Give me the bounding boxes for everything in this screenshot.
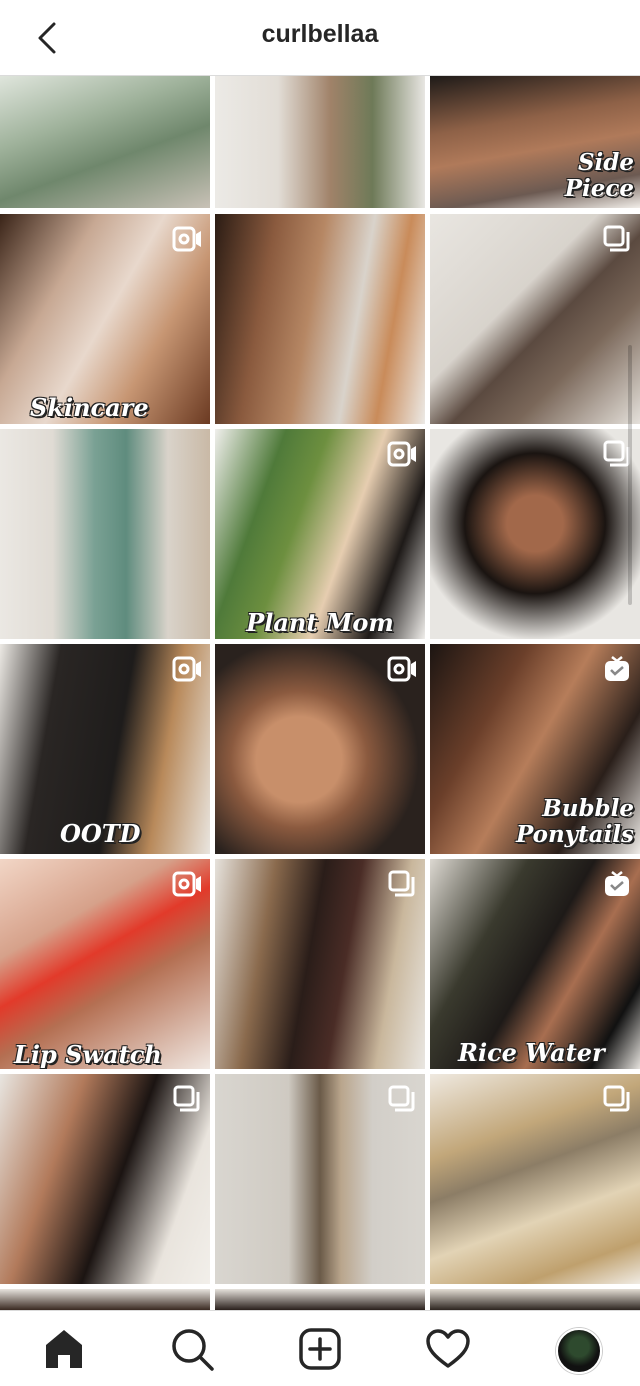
avatar[interactable]	[556, 1328, 602, 1374]
post-caption: Bubble Ponytails	[515, 795, 634, 848]
post-tile[interactable]: Plant Mom	[215, 429, 425, 639]
post-caption: Plant Mom	[246, 608, 394, 637]
post-tile[interactable]	[215, 214, 425, 424]
tab-create[interactable]	[296, 1325, 344, 1373]
post-tile[interactable]: OOTD	[0, 644, 210, 854]
search-icon	[172, 1329, 214, 1371]
post-tile[interactable]	[430, 1074, 640, 1284]
carousel-icon	[603, 225, 630, 252]
posts-grid: Side Piece Skincare Plant Mom OOTD Bubbl…	[0, 76, 640, 1310]
tab-search[interactable]	[168, 1325, 216, 1373]
video-icon	[172, 871, 201, 897]
video-icon	[387, 441, 416, 467]
tab-activity[interactable]	[424, 1325, 472, 1373]
carousel-icon	[603, 1085, 630, 1112]
carousel-icon	[173, 1085, 200, 1112]
post-tile[interactable]	[0, 76, 210, 208]
post-tile[interactable]	[430, 1289, 640, 1310]
post-tile[interactable]: Side Piece	[430, 76, 640, 208]
post-tile[interactable]	[215, 859, 425, 1069]
post-tile[interactable]	[0, 1074, 210, 1284]
post-tile[interactable]: Skincare	[0, 214, 210, 424]
bottom-nav	[0, 1310, 640, 1386]
post-tile[interactable]	[430, 429, 640, 639]
scrollbar[interactable]	[628, 345, 632, 605]
home-icon	[46, 1330, 82, 1368]
post-tile[interactable]	[215, 76, 425, 208]
post-tile[interactable]: Lip Swatch	[0, 859, 210, 1069]
post-tile[interactable]: Bubble Ponytails	[430, 644, 640, 854]
video-icon	[172, 656, 201, 682]
post-tile[interactable]: Rice Water	[430, 859, 640, 1069]
video-icon	[387, 656, 416, 682]
post-tile[interactable]	[0, 429, 210, 639]
heart-icon	[426, 1329, 470, 1368]
post-tile[interactable]	[215, 644, 425, 854]
post-tile[interactable]	[215, 1289, 425, 1310]
top-bar: curlbellaa	[0, 0, 640, 76]
post-caption: Skincare	[30, 393, 149, 422]
video-icon	[172, 226, 201, 252]
carousel-icon	[388, 1085, 415, 1112]
profile-username: curlbellaa	[261, 20, 379, 48]
post-caption: Lip Swatch	[14, 1040, 162, 1069]
carousel-icon	[388, 870, 415, 897]
post-tile[interactable]	[430, 214, 640, 424]
tab-home[interactable]	[40, 1325, 88, 1373]
igtv-icon	[605, 656, 629, 681]
post-caption: Side Piece	[564, 149, 634, 202]
post-tile[interactable]	[0, 1289, 210, 1310]
igtv-icon	[605, 871, 629, 896]
post-caption: OOTD	[60, 819, 141, 848]
post-caption: Rice Water	[458, 1038, 605, 1067]
add-post-icon	[299, 1328, 341, 1370]
post-tile[interactable]	[215, 1074, 425, 1284]
